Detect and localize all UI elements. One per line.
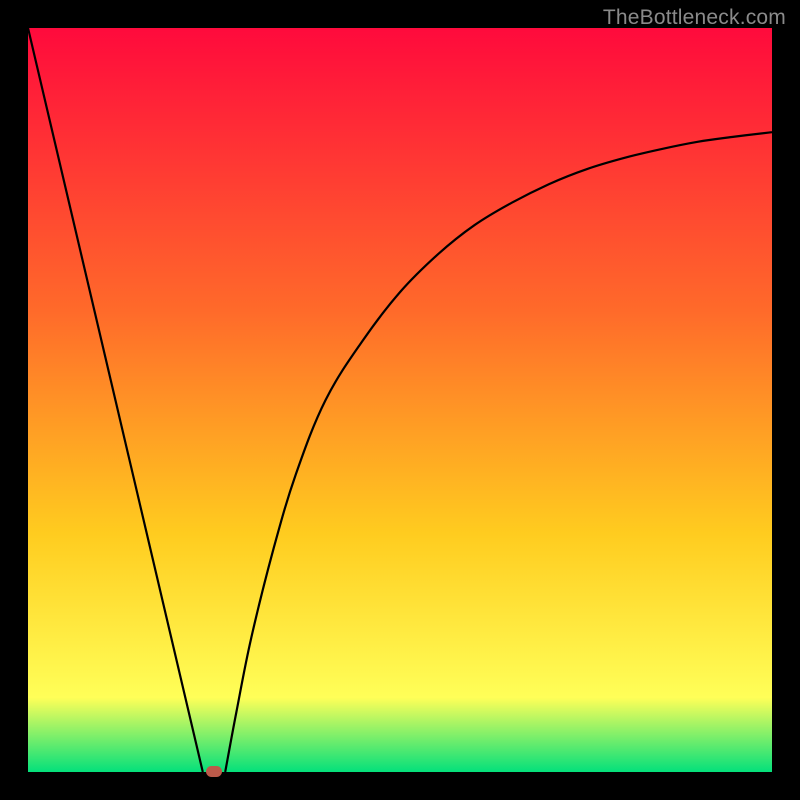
gradient-bg xyxy=(28,28,772,772)
chart-frame xyxy=(28,28,772,772)
chart-canvas xyxy=(28,28,772,772)
optimal-marker xyxy=(206,766,222,777)
watermark-text: TheBottleneck.com xyxy=(603,6,786,30)
